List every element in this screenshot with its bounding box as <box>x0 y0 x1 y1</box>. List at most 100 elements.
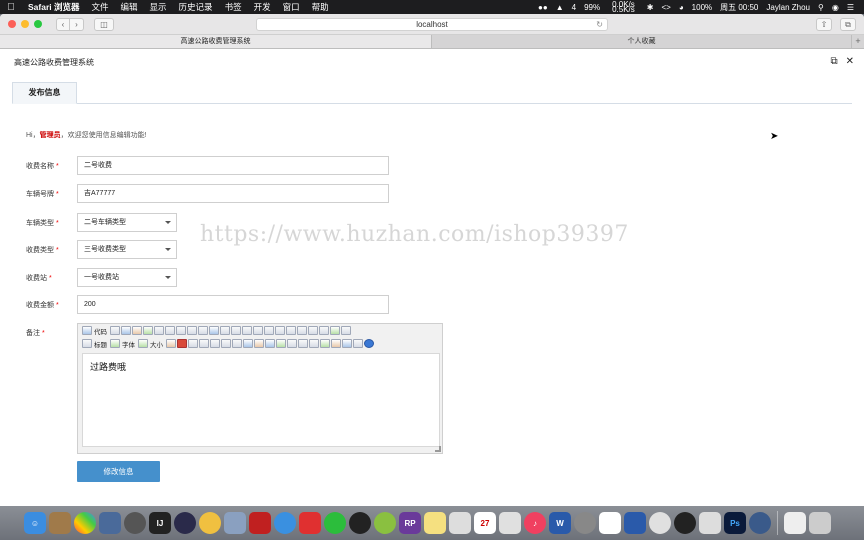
word-icon[interactable]: W <box>549 512 571 534</box>
template-icon[interactable] <box>121 326 131 335</box>
baidu-netdisk-icon[interactable] <box>599 512 621 534</box>
notes-book-icon[interactable] <box>49 512 71 534</box>
trash-icon[interactable] <box>809 512 831 534</box>
date-icon[interactable] <box>330 326 340 335</box>
table-icon[interactable] <box>276 339 286 348</box>
size-button-label[interactable]: 大小 <box>150 339 163 349</box>
paste-icon[interactable] <box>187 326 197 335</box>
time-icon[interactable] <box>341 326 351 335</box>
link-icon[interactable] <box>342 339 352 348</box>
subscript-icon[interactable] <box>308 326 318 335</box>
undo-icon[interactable] <box>132 326 142 335</box>
superscript-icon[interactable] <box>319 326 329 335</box>
paste-text-icon[interactable] <box>198 326 208 335</box>
sidebar-toggle-button[interactable]: ◫ <box>94 17 114 31</box>
menu-history[interactable]: 历史记录 <box>173 1 219 13</box>
textedit-icon[interactable] <box>449 512 471 534</box>
menu-bookmarks[interactable]: 书签 <box>219 1 248 13</box>
font-icon[interactable] <box>110 339 120 348</box>
emoticon-icon[interactable] <box>298 339 308 348</box>
wechat-dock-icon[interactable] <box>324 512 346 534</box>
redo-icon[interactable] <box>143 326 153 335</box>
script-editor-icon[interactable] <box>699 512 721 534</box>
fee-name-input[interactable]: 二号收费 <box>77 156 389 175</box>
tab-publish-info[interactable]: 发布信息 <box>12 82 77 104</box>
highlight-color-icon[interactable] <box>177 339 187 348</box>
menu-view[interactable]: 显示 <box>144 1 173 13</box>
paste-word-icon[interactable] <box>209 326 219 335</box>
safari-icon[interactable] <box>274 512 296 534</box>
font-size-icon[interactable] <box>138 339 148 348</box>
launchpad-icon[interactable] <box>124 512 146 534</box>
stickies-icon[interactable] <box>424 512 446 534</box>
ordered-list-icon[interactable] <box>264 326 274 335</box>
code-icon[interactable]: <> <box>657 3 674 12</box>
menu-help[interactable]: 帮助 <box>306 1 335 13</box>
new-tab-plus-icon[interactable]: + <box>852 35 864 48</box>
title-button-label[interactable]: 标题 <box>94 339 107 349</box>
strikethrough-icon[interactable] <box>221 339 231 348</box>
minimize-window-icon[interactable] <box>21 20 29 28</box>
media-icon[interactable] <box>265 339 275 348</box>
page-break-icon[interactable] <box>320 339 330 348</box>
close-window-icon[interactable] <box>8 20 16 28</box>
user-name[interactable]: Jaylan Zhou <box>762 3 814 12</box>
menu-develop[interactable]: 开发 <box>248 1 277 13</box>
teamviewer-icon[interactable] <box>649 512 671 534</box>
bluetooth-icon[interactable]: ✱ <box>643 3 658 12</box>
align-right-icon[interactable] <box>242 326 252 335</box>
siri-icon[interactable]: ◉ <box>828 3 843 12</box>
text-color-icon[interactable] <box>166 339 176 348</box>
tab-toll-system[interactable]: 高速公路收费管理系统 <box>0 35 432 48</box>
indent-icon[interactable] <box>286 326 296 335</box>
print-icon[interactable] <box>154 326 164 335</box>
clock[interactable]: 周五 00:50 <box>716 2 762 13</box>
music-icon[interactable]: ♪ <box>524 512 546 534</box>
intellij-icon[interactable]: IJ <box>149 512 171 534</box>
wechat-icon[interactable]: ●● <box>534 3 552 12</box>
tab-favorites[interactable]: 个人收藏 <box>432 35 852 48</box>
calendar-icon[interactable]: 27 <box>474 512 496 534</box>
database-icon[interactable] <box>224 512 246 534</box>
align-left-icon[interactable] <box>220 326 230 335</box>
heading-icon[interactable] <box>82 339 92 348</box>
amount-input[interactable]: 200 <box>77 295 389 314</box>
align-center-icon[interactable] <box>231 326 241 335</box>
font-button-label[interactable]: 字体 <box>122 339 135 349</box>
wifi-icon[interactable]: ◕ <box>675 3 688 12</box>
spotlight-icon[interactable]: ⚲ <box>814 3 828 12</box>
unordered-list-icon[interactable] <box>275 326 285 335</box>
unlink-icon[interactable] <box>353 339 363 348</box>
system-preferences-icon[interactable] <box>574 512 596 534</box>
menu-file[interactable]: 文件 <box>86 1 115 13</box>
image-icon[interactable] <box>243 339 253 348</box>
align-justify-icon[interactable] <box>253 326 263 335</box>
downloads-stack-icon[interactable] <box>784 512 806 534</box>
fee-type-select[interactable]: 三号收费类型 <box>77 240 177 259</box>
share-button[interactable]: ⇧ <box>816 18 832 31</box>
code-button-label[interactable]: 代码 <box>94 326 107 336</box>
menu-window[interactable]: 窗口 <box>277 1 306 13</box>
rp-icon[interactable]: RP <box>399 512 421 534</box>
photoshop-icon[interactable]: Ps <box>724 512 746 534</box>
photos-icon[interactable] <box>74 512 96 534</box>
bold-icon[interactable] <box>188 339 198 348</box>
smiley-icon[interactable] <box>331 339 341 348</box>
flash-icon[interactable] <box>254 339 264 348</box>
qq-2-icon[interactable] <box>674 512 696 534</box>
eclipse-icon[interactable] <box>174 512 196 534</box>
tabs-overview-button[interactable]: ⧉ <box>840 18 856 31</box>
back-button[interactable]: ‹ <box>56 17 70 31</box>
remote-desktop-icon[interactable] <box>624 512 646 534</box>
plate-input[interactable]: 吉A77777 <box>77 184 389 203</box>
bell-icon[interactable]: ▲ <box>552 3 568 12</box>
forward-button[interactable]: › <box>70 17 84 31</box>
restore-window-icon[interactable]: ⧉ <box>830 56 837 67</box>
copy-icon[interactable] <box>176 326 186 335</box>
preview-app-icon[interactable] <box>499 512 521 534</box>
italic-icon[interactable] <box>199 339 209 348</box>
remove-format-icon[interactable] <box>232 339 242 348</box>
zoom-window-icon[interactable] <box>34 20 42 28</box>
redis-icon[interactable] <box>249 512 271 534</box>
qq-icon[interactable] <box>349 512 371 534</box>
